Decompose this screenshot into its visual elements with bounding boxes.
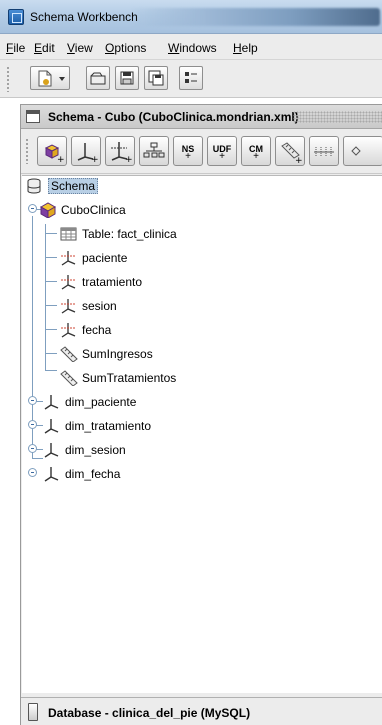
- schema-tree: Schema CuboClinica Table: fact_clinica p…: [22, 175, 382, 693]
- cube-icon: [39, 202, 57, 218]
- menu-file[interactable]: File: [6, 41, 25, 55]
- expand-dimension-toggle[interactable]: [28, 444, 37, 453]
- title-bar-blurred-region: [130, 8, 380, 26]
- new-schema-button[interactable]: [30, 66, 70, 90]
- schema-frame: Schema - Cubo (CuboClinica.mondrian.xml)…: [20, 104, 382, 725]
- save-as-icon: [148, 70, 164, 86]
- database-status-text: Database - clinica_del_pie (MySQL): [48, 706, 251, 720]
- menu-view[interactable]: View: [67, 41, 93, 55]
- add-dimension-button[interactable]: +: [71, 136, 101, 166]
- menu-edit[interactable]: Edit: [34, 41, 55, 55]
- new-schema-icon: [38, 70, 65, 87]
- table-icon: [60, 227, 77, 241]
- schema-toolbar-grip[interactable]: [25, 138, 29, 164]
- tree-node-label: dim_tratamiento: [65, 419, 152, 433]
- tree-node-label: SumTratamientos: [82, 371, 177, 385]
- svg-text:+: +: [125, 155, 133, 165]
- add-cube-button[interactable]: +: [37, 136, 67, 166]
- add-measure-button[interactable]: +: [275, 136, 305, 166]
- window-title-bar[interactable]: Schema Workbench: [0, 0, 382, 34]
- save-as-button[interactable]: [144, 66, 168, 90]
- tree-node-label: tratamiento: [82, 275, 143, 289]
- tree-line: [45, 353, 57, 354]
- menu-options[interactable]: Options: [105, 41, 146, 55]
- dimension-icon: [44, 443, 59, 458]
- tree-line: [45, 233, 57, 234]
- tree-node-label: dim_paciente: [65, 395, 137, 409]
- window-title: Schema Workbench: [30, 10, 138, 24]
- open-button[interactable]: [86, 66, 110, 90]
- tree-node-label: dim_fecha: [65, 467, 121, 481]
- database-icon: [27, 178, 41, 194]
- dimension-usage-icon: [61, 275, 76, 290]
- tree-line: [45, 305, 57, 306]
- add-udf-button[interactable]: UDF +: [207, 136, 237, 166]
- add-level-icon: [314, 147, 334, 157]
- tree-node-label: CuboClinica: [61, 203, 126, 217]
- measure-icon: [60, 370, 78, 386]
- database-status-bar[interactable]: Database - clinica_del_pie (MySQL): [21, 697, 382, 725]
- add-hierarchy-icon: [143, 142, 165, 158]
- add-named-set-button[interactable]: NS +: [173, 136, 203, 166]
- dimension-usage-icon: [61, 251, 76, 266]
- app-icon: [8, 9, 24, 25]
- tree-line: [45, 329, 57, 330]
- add-measure-icon: +: [281, 142, 303, 166]
- dimension-icon: [44, 467, 59, 482]
- tree-line: [45, 224, 46, 370]
- schema-toolbar: + + + NS + UDF + CM + +: [21, 130, 382, 174]
- add-hierarchy-button[interactable]: [139, 136, 169, 166]
- schema-frame-title: Schema - Cubo (CuboClinica.mondrian.xml): [48, 110, 299, 124]
- add-calculated-member-button[interactable]: CM +: [241, 136, 271, 166]
- tree-node-label: Table: fact_clinica: [82, 227, 177, 241]
- preferences-icon: [185, 72, 197, 83]
- add-cube-icon: +: [44, 144, 65, 165]
- tree-node-label: dim_sesion: [65, 443, 126, 457]
- dimension-usage-icon: [61, 323, 76, 338]
- collapse-cube-toggle[interactable]: [28, 204, 37, 213]
- diamond-icon: [351, 146, 361, 156]
- main-toolbar: [0, 60, 382, 98]
- frame-window-icon: [26, 110, 40, 123]
- menu-windows[interactable]: Windows: [168, 41, 217, 55]
- tree-line: [45, 281, 57, 282]
- schema-frame-title-bar[interactable]: Schema - Cubo (CuboClinica.mondrian.xml): [21, 105, 382, 129]
- dimension-usage-icon: [61, 299, 76, 314]
- add-dimension-icon: +: [77, 143, 99, 165]
- measure-icon: [60, 346, 78, 362]
- add-level-button[interactable]: [309, 136, 339, 166]
- expand-dimension-toggle[interactable]: [28, 396, 37, 405]
- dimension-icon: [44, 419, 59, 434]
- svg-text:+: +: [91, 155, 99, 165]
- tree-node-label: paciente: [82, 251, 128, 265]
- tree-line: [32, 458, 43, 459]
- add-dimension-usage-button[interactable]: +: [105, 136, 135, 166]
- tree-line: [45, 370, 57, 371]
- preferences-button[interactable]: [179, 66, 203, 90]
- add-user-defined-function-icon: +: [219, 151, 225, 162]
- add-dimension-usage-icon: +: [111, 142, 133, 165]
- database-connection-icon: [28, 703, 38, 721]
- tree-node-label: SumIngresos: [82, 347, 153, 361]
- tree-node-label: Schema: [48, 178, 99, 194]
- frame-title-grip: [293, 111, 382, 123]
- svg-text:+: +: [295, 156, 303, 165]
- toolbar-grip[interactable]: [6, 66, 10, 92]
- add-named-set-icon: +: [185, 151, 191, 162]
- open-icon: [90, 72, 106, 85]
- add-property-button-partial[interactable]: [343, 136, 382, 166]
- tree-line: [45, 257, 57, 258]
- expand-dimension-toggle[interactable]: [28, 420, 37, 429]
- save-button[interactable]: [115, 66, 139, 90]
- add-calculated-member-icon: +: [253, 151, 259, 162]
- save-icon: [120, 71, 134, 85]
- menu-bar: File Edit View Options Windows Help: [0, 34, 382, 60]
- tree-node-label: fecha: [82, 323, 112, 337]
- menu-help[interactable]: Help: [233, 41, 258, 55]
- tree-node-label: sesion: [82, 299, 117, 313]
- dimension-icon: [44, 395, 59, 410]
- svg-text:+: +: [57, 155, 65, 165]
- expand-dimension-toggle[interactable]: [28, 468, 37, 477]
